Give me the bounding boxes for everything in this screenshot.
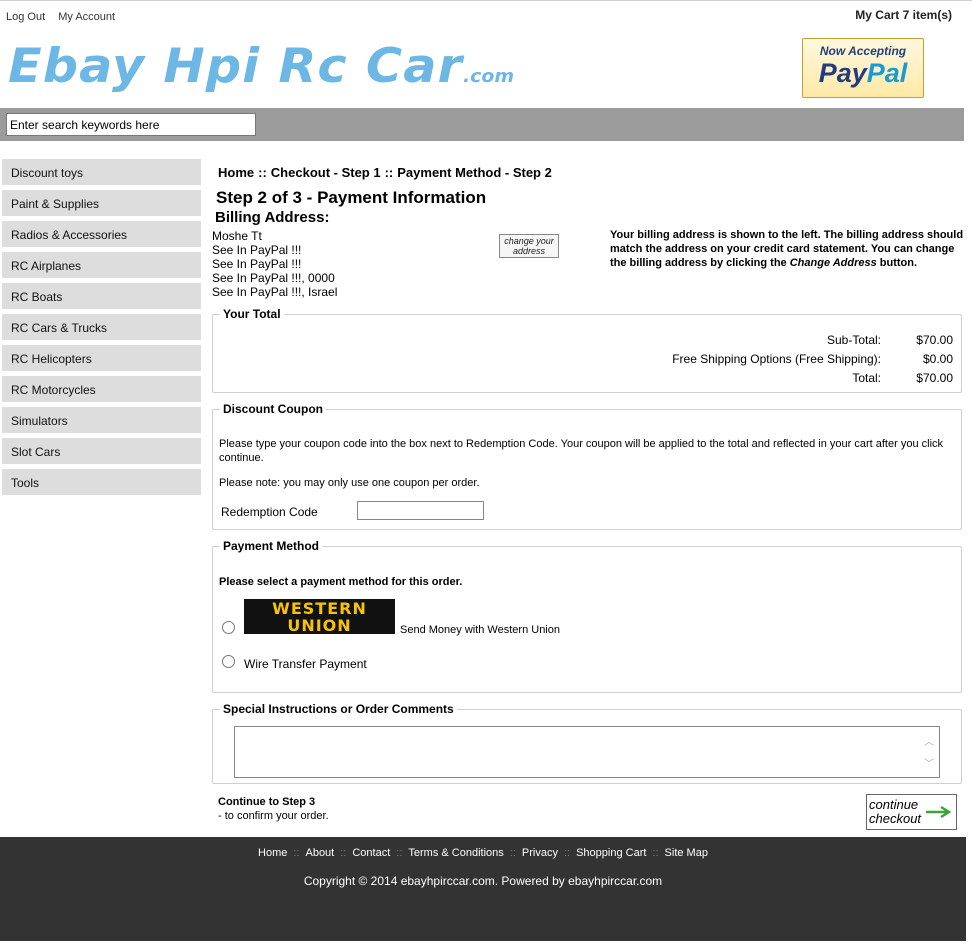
footer-separator: :: xyxy=(563,847,571,859)
billing-note: Your billing address is shown to the lef… xyxy=(610,228,965,270)
footer-link-terms[interactable]: Terms & Conditions xyxy=(408,847,503,859)
my-account-link[interactable]: My Account xyxy=(58,11,115,23)
continue-subtitle: - to confirm your order. xyxy=(218,810,329,822)
billing-address-line: See In PayPal !!!, 0000 xyxy=(212,271,335,285)
breadcrumb-separator: :: xyxy=(384,165,394,180)
western-union-logo: WESTERN UNION xyxy=(244,599,395,634)
sidebar-item-rc-cars-trucks[interactable]: RC Cars & Trucks xyxy=(2,314,201,340)
western-union-logo-line1: WESTERN xyxy=(272,599,367,618)
paypal-logo-pay: Pay xyxy=(818,58,867,88)
footer-links: Home:: About:: Contact:: Terms & Conditions… xyxy=(0,847,966,859)
redemption-code-label: Redemption Code xyxy=(221,505,318,519)
breadcrumb-step2: Payment Method - Step 2 xyxy=(397,165,552,180)
redemption-code-input[interactable] xyxy=(357,501,484,520)
arrow-right-icon xyxy=(926,805,952,819)
cart-link[interactable]: My Cart 7 item(s) xyxy=(855,8,952,22)
change-address-button[interactable]: change your address xyxy=(499,234,559,258)
scroll-up-icon[interactable]: ︿ xyxy=(924,733,934,748)
western-union-radio[interactable] xyxy=(222,621,235,634)
sidebar-item-paint-supplies[interactable]: Paint & Supplies xyxy=(2,190,201,216)
footer-separator: :: xyxy=(293,847,300,859)
footer-link-site-map[interactable]: Site Map xyxy=(665,847,708,859)
sidebar-item-slot-cars[interactable]: Slot Cars xyxy=(2,438,201,464)
shipping-value: $0.00 xyxy=(922,352,953,366)
sidebar-item-rc-helicopters[interactable]: RC Helicopters xyxy=(2,345,201,371)
sidebar-item-rc-airplanes[interactable]: RC Airplanes xyxy=(2,252,201,278)
logo-suffix: .com xyxy=(462,66,515,87)
footer-link-privacy[interactable]: Privacy xyxy=(522,847,558,859)
total-value: $70.00 xyxy=(916,371,953,385)
western-union-logo-line2: UNION xyxy=(287,616,352,635)
western-union-label[interactable]: Send Money with Western Union xyxy=(400,623,560,637)
footer-separator: :: xyxy=(652,847,659,859)
sidebar-item-discount-toys[interactable]: Discount toys xyxy=(2,159,201,185)
comments-textarea[interactable] xyxy=(234,726,940,778)
billing-address-line: Moshe Tt xyxy=(212,229,262,243)
total-legend: Your Total xyxy=(220,307,284,321)
footer-link-about[interactable]: About xyxy=(305,847,334,859)
logout-link[interactable]: Log Out xyxy=(6,11,45,23)
comments-legend: Special Instructions or Order Comments xyxy=(220,702,457,716)
sidebar-item-tools[interactable]: Tools xyxy=(2,469,201,495)
paypal-logo: PayPal xyxy=(803,58,923,88)
search-input[interactable] xyxy=(6,113,256,136)
total-fieldset: Your Total Sub-Total: $70.00 Free Shippi… xyxy=(212,307,962,393)
continue-checkout-button[interactable]: continue checkout xyxy=(866,794,957,830)
coupon-instructions: Please type your coupon code into the bo… xyxy=(219,438,944,464)
paypal-badge-caption: Now Accepting xyxy=(819,44,907,58)
paypal-badge: Now Accepting PayPal xyxy=(802,38,924,98)
breadcrumb-home[interactable]: Home xyxy=(218,165,254,180)
billing-note-text-end: button. xyxy=(876,257,918,269)
footer-separator: :: xyxy=(396,847,403,859)
sidebar-item-rc-motorcycles[interactable]: RC Motorcycles xyxy=(2,376,201,402)
top-links: Log Out My Account xyxy=(6,11,125,23)
breadcrumb-step1[interactable]: Checkout - Step 1 xyxy=(271,165,381,180)
scroll-down-icon[interactable]: ﹀ xyxy=(924,755,934,770)
payment-legend: Payment Method xyxy=(220,539,323,553)
footer-link-shopping-cart[interactable]: Shopping Cart xyxy=(576,847,646,859)
footer-link-contact[interactable]: Contact xyxy=(352,847,390,859)
billing-address-line: See In PayPal !!! xyxy=(212,257,302,271)
payment-prompt: Please select a payment method for this … xyxy=(219,576,463,588)
subtotal-value: $70.00 xyxy=(916,333,953,347)
billing-note-emphasis: Change Address xyxy=(789,257,877,269)
paypal-logo-pal: Pal xyxy=(866,58,908,88)
subtotal-label: Sub-Total: xyxy=(826,333,881,347)
sidebar-item-radios-accessories[interactable]: Radios & Accessories xyxy=(2,221,201,247)
billing-heading: Billing Address: xyxy=(215,209,330,226)
billing-address: Moshe Tt See In PayPal !!! See In PayPal… xyxy=(212,229,337,299)
site-logo[interactable]: Ebay Hpi Rc Car.com xyxy=(8,43,514,90)
shipping-label: Free Shipping Options (Free Shipping): xyxy=(672,352,881,366)
category-sidebar: Discount toys Paint & Supplies Radios & … xyxy=(2,159,201,500)
breadcrumb: Home:: Checkout - Step 1:: Payment Method … xyxy=(218,165,552,180)
wire-transfer-label[interactable]: Wire Transfer Payment xyxy=(244,657,367,671)
sidebar-item-rc-boats[interactable]: RC Boats xyxy=(2,283,201,309)
coupon-fieldset: Discount Coupon Please type your coupon … xyxy=(212,402,962,530)
coupon-note: Please note: you may only use one coupon… xyxy=(219,477,480,489)
continue-title: Continue to Step 3 xyxy=(218,796,316,808)
sidebar-item-simulators[interactable]: Simulators xyxy=(2,407,201,433)
payment-fieldset: Payment Method Please select a payment m… xyxy=(212,539,962,693)
coupon-legend: Discount Coupon xyxy=(220,402,326,416)
comments-fieldset: Special Instructions or Order Comments ︿… xyxy=(212,702,962,784)
billing-address-line: See In PayPal !!!, Israel xyxy=(212,285,338,299)
billing-address-line: See In PayPal !!! xyxy=(212,243,302,257)
breadcrumb-separator: :: xyxy=(258,165,267,180)
page-title: Step 2 of 3 - Payment Information xyxy=(216,188,487,207)
copyright: Copyright © 2014 ebayhpirccar.com. Power… xyxy=(303,874,663,888)
logo-text: Ebay Hpi Rc Car xyxy=(8,39,463,94)
wire-transfer-radio[interactable] xyxy=(222,655,235,668)
footer-link-home[interactable]: Home xyxy=(258,847,287,859)
footer-separator: :: xyxy=(340,847,347,859)
total-label: Total: xyxy=(852,371,881,385)
change-address-line2: address xyxy=(512,245,546,256)
footer-separator: :: xyxy=(509,847,516,859)
